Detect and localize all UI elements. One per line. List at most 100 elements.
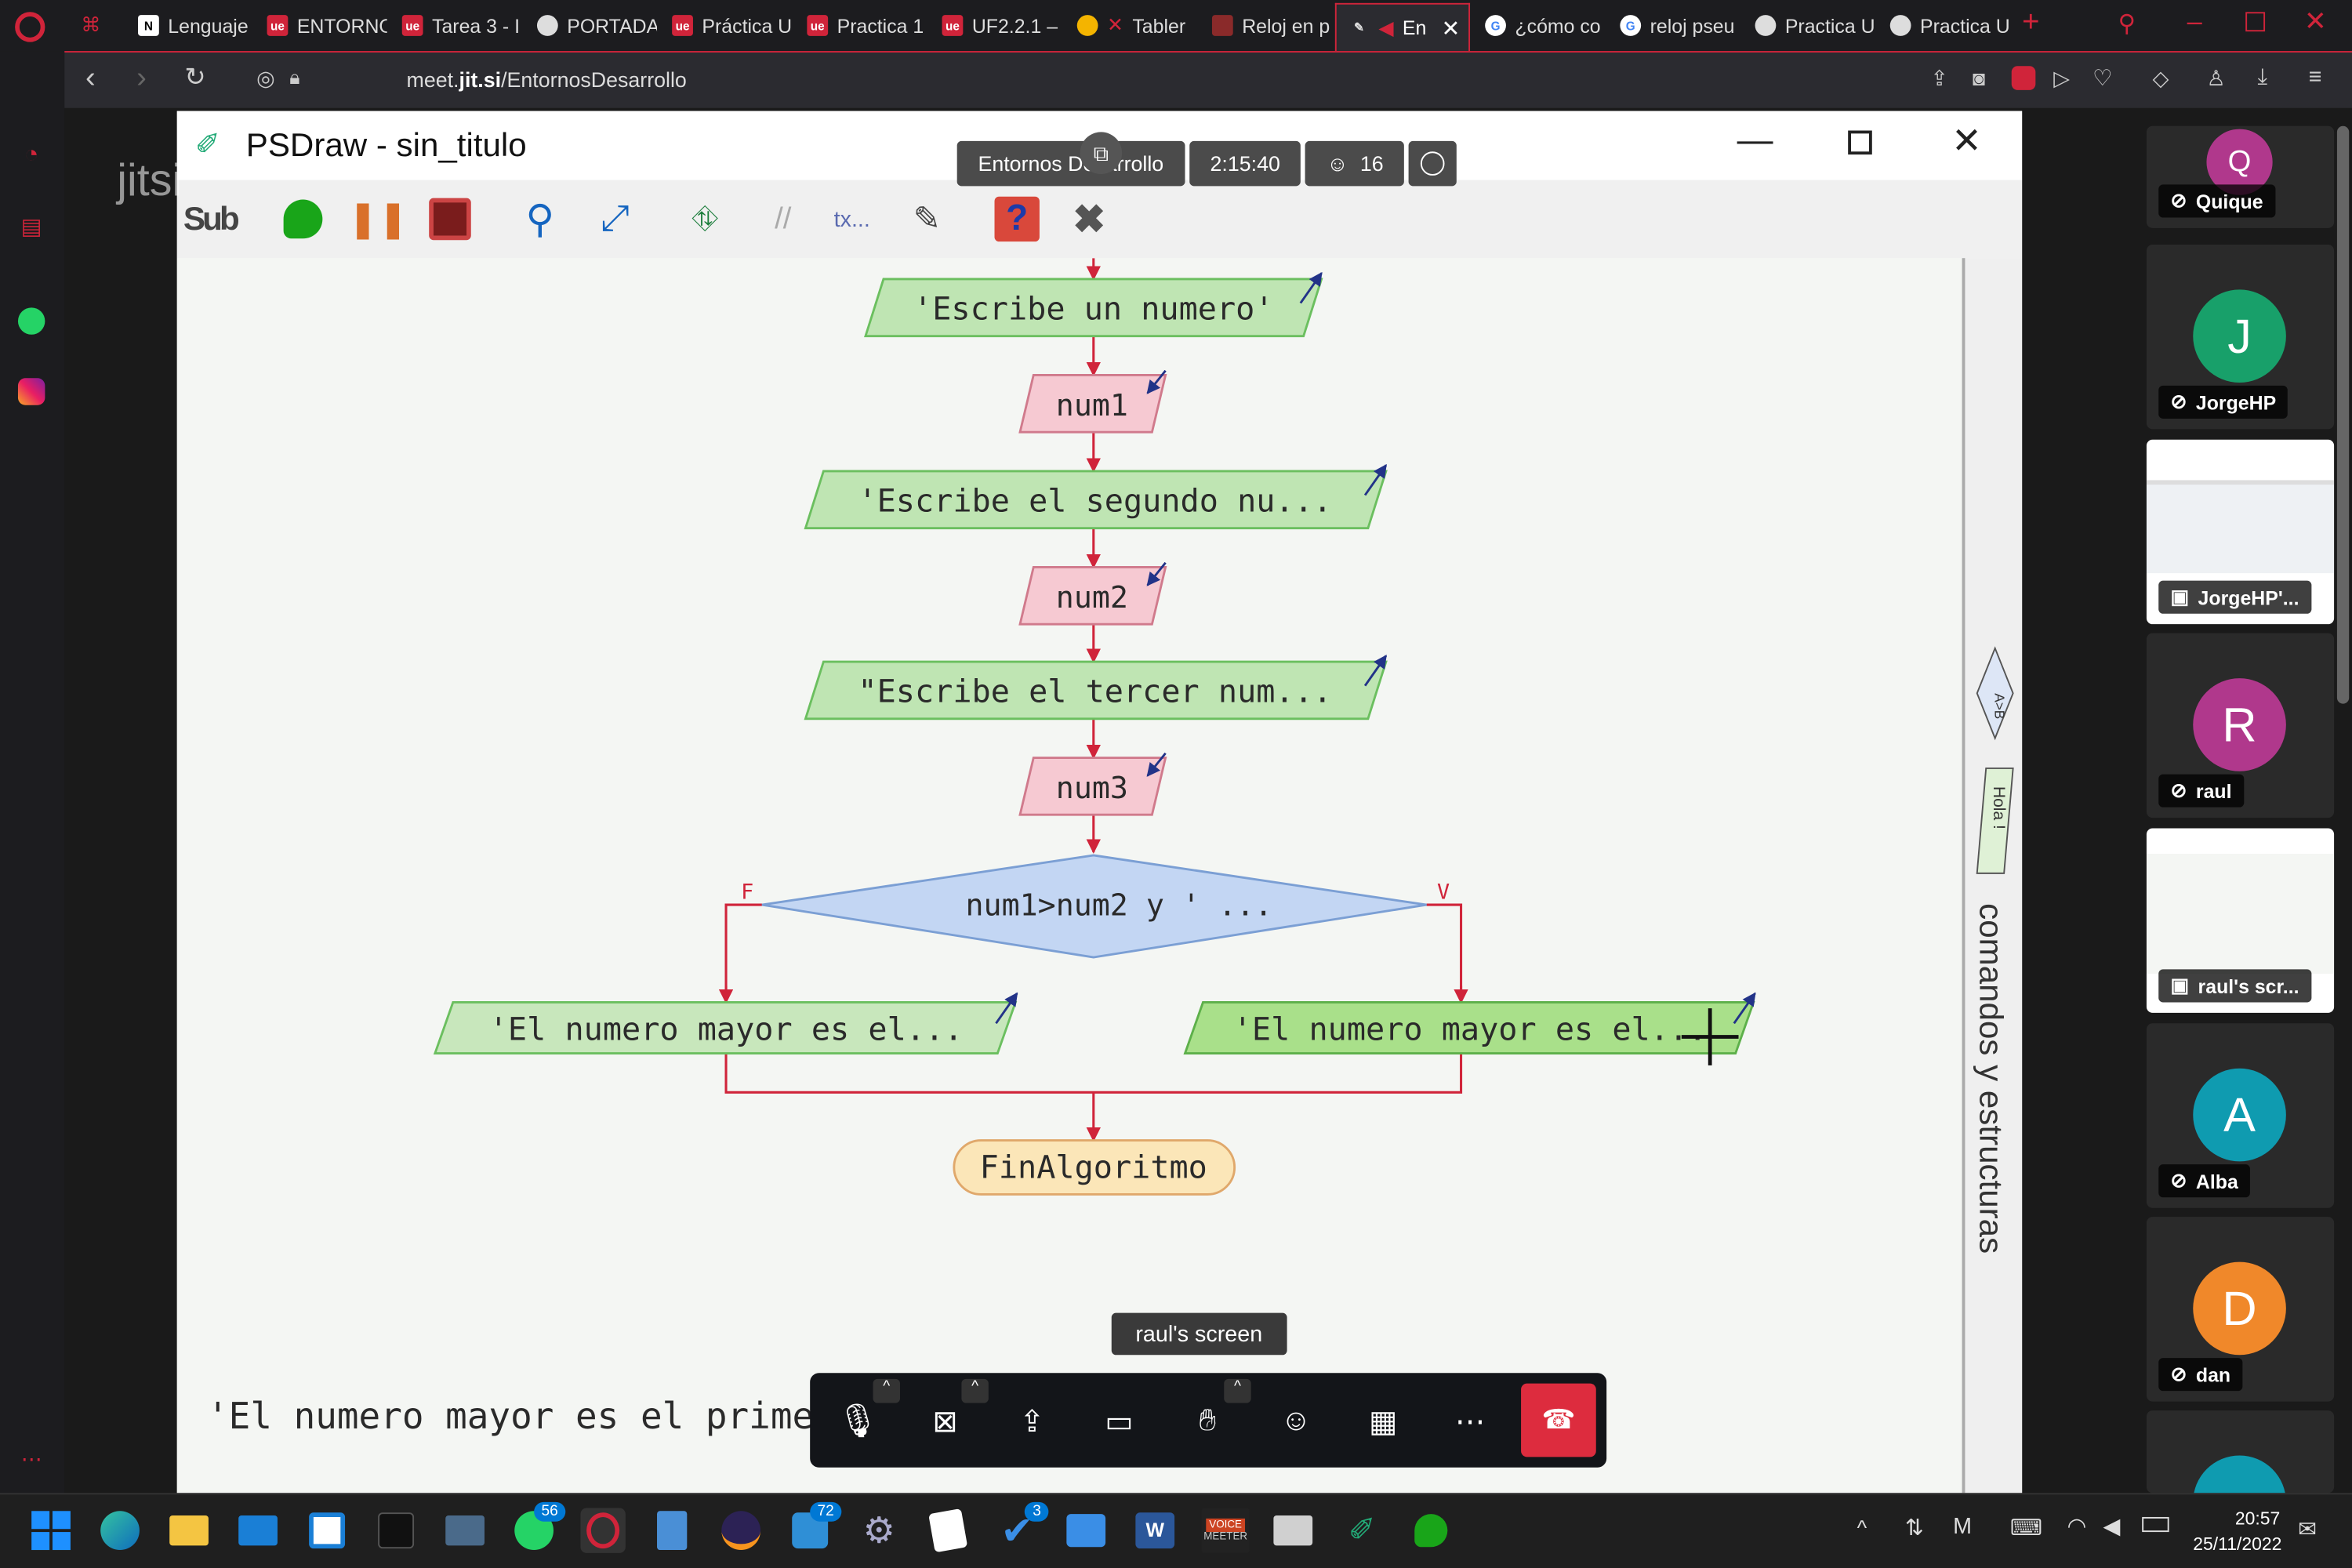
zoom-icon[interactable]: ⚲ <box>513 192 567 246</box>
comment-icon[interactable]: // <box>756 192 810 246</box>
mail-icon[interactable] <box>235 1508 280 1552</box>
mic-options-icon[interactable]: ^ <box>873 1378 900 1403</box>
cube-icon[interactable]: ◇ <box>2153 66 2169 92</box>
more-icon[interactable]: ⋯ <box>16 1443 46 1473</box>
pseint-run-icon[interactable] <box>1409 1508 1454 1552</box>
edge-icon[interactable] <box>97 1508 142 1552</box>
tab-5[interactable]: ue Practica 1 <box>795 6 927 45</box>
download-icon[interactable]: ⤓ <box>2258 64 2268 90</box>
pseint-icon[interactable] <box>1271 1508 1316 1552</box>
reload-icon[interactable]: ↻ <box>184 63 205 93</box>
hangup-button[interactable]: ☎︎ <box>1521 1383 1596 1457</box>
notepad-icon[interactable] <box>649 1508 694 1552</box>
tab-6[interactable]: ue UF2.2.1 – <box>930 6 1062 45</box>
text-button[interactable]: tx... <box>825 192 879 246</box>
todo-icon[interactable]: ✔ 3 <box>995 1501 1049 1552</box>
room-name[interactable]: Entornos Desarrollo <box>956 140 1185 187</box>
fit-icon[interactable]: ⤢ <box>588 192 642 246</box>
close-flow-icon[interactable]: ✖ <box>1062 192 1116 246</box>
word-icon[interactable]: W <box>1133 1508 1178 1552</box>
search-tabs-icon[interactable]: ⚲ <box>2118 9 2136 38</box>
whatsapp-icon[interactable] <box>16 306 46 336</box>
tab-2[interactable]: ue Tarea 3 - I <box>390 6 521 45</box>
filmstrip-scrollbar[interactable] <box>2336 125 2350 704</box>
heart-icon[interactable]: ♡ <box>2092 64 2113 92</box>
tab-4[interactable]: ue Práctica U <box>660 6 792 45</box>
more-actions-button[interactable]: ⋯ <box>1443 1394 1497 1448</box>
camera-options-icon[interactable]: ^ <box>961 1378 989 1403</box>
share-icon[interactable]: ⇪ <box>1930 66 1947 92</box>
whatsapp-taskbar-icon[interactable]: 56 <box>511 1501 566 1552</box>
solitaire-icon[interactable] <box>926 1508 971 1553</box>
wifi-icon[interactable]: ◠ <box>2067 1512 2087 1540</box>
close-tab-icon[interactable]: ✕ <box>1442 14 1461 42</box>
camera-icon[interactable]: ◙ <box>1973 66 1985 90</box>
psdraw-close-icon[interactable]: ✕ <box>1951 120 1981 164</box>
run-icon[interactable] <box>276 192 330 246</box>
close-window-icon[interactable]: ✕ <box>2304 6 2327 38</box>
tab-11[interactable]: Greloj pseu <box>1608 6 1740 45</box>
screen-share-tile[interactable]: ▣ JorgeHP'... <box>2146 439 2335 625</box>
opera-taskbar-icon[interactable] <box>580 1508 626 1553</box>
vpn-icon[interactable]: ◎ <box>256 66 274 92</box>
tab-3[interactable]: PORTADA <box>525 6 657 45</box>
tab-12[interactable]: Practica U <box>1743 6 1875 45</box>
windows-start-icon[interactable] <box>28 1508 73 1552</box>
new-tab-icon[interactable]: + <box>2022 6 2039 41</box>
settings-icon[interactable]: ⚙ <box>856 1508 901 1552</box>
popout-icon[interactable]: ⧉ <box>1080 132 1123 175</box>
participant-counter[interactable]: ☺ 16 <box>1305 140 1405 187</box>
save-icon[interactable] <box>423 192 477 246</box>
connection-quality[interactable] <box>1409 140 1457 187</box>
psdraw-maximize-icon[interactable] <box>1848 130 1872 155</box>
clock-time[interactable]: 20:57 <box>2235 1508 2280 1529</box>
style-icon[interactable]: ✎ <box>900 192 954 246</box>
voicemeeter-icon[interactable]: VOICE MEETER <box>1201 1508 1250 1553</box>
tab-10[interactable]: G ¿cómo co <box>1473 6 1605 45</box>
opera-menu-icon[interactable] <box>15 12 45 42</box>
battery-icon[interactable] <box>2142 1516 2169 1533</box>
tab-8[interactable]: Reloj en p <box>1200 6 1332 45</box>
forward-icon[interactable]: › <box>136 61 147 96</box>
back-icon[interactable]: ‹ <box>85 61 96 96</box>
psdraw-minimize-icon[interactable]: — <box>1737 120 1773 162</box>
flow-icon[interactable]: ⛗ <box>678 192 732 246</box>
participants-button[interactable]: ☺ <box>1269 1394 1323 1448</box>
steps-icon[interactable]: ❚❚ <box>348 192 408 246</box>
notifications-icon[interactable]: ✉ <box>2298 1515 2317 1543</box>
chat-button[interactable]: ▭ <box>1092 1394 1146 1448</box>
volume-icon[interactable]: ◀︎ <box>2103 1512 2120 1540</box>
participant-tile[interactable] <box>2146 1410 2335 1494</box>
photos-icon[interactable] <box>1064 1508 1109 1552</box>
keyboard-icon[interactable]: ⌨ <box>2010 1514 2042 1541</box>
gamepad-icon[interactable]: ⌘ <box>81 13 100 38</box>
send-icon[interactable]: ▷ <box>2053 66 2070 92</box>
participant-tile[interactable]: Q ⊘ Quique <box>2146 125 2335 228</box>
profile-icon[interactable]: ♙ <box>2206 66 2225 92</box>
adblock-icon[interactable] <box>2011 66 2036 90</box>
participant-tile[interactable]: A ⊘ Alba <box>2146 1023 2335 1208</box>
monitor-icon[interactable] <box>442 1508 487 1552</box>
eclipse-icon[interactable] <box>718 1508 763 1552</box>
sub-button[interactable]: Sub <box>183 192 240 246</box>
clock-date[interactable]: 25/11/2022 <box>2193 1534 2281 1555</box>
minimize-icon[interactable]: – <box>2187 6 2202 38</box>
restore-icon[interactable] <box>2245 12 2266 32</box>
tab-7[interactable]: ✕ Tabler <box>1065 6 1196 45</box>
psdraw-taskbar-icon[interactable]: ✐ <box>1340 1508 1385 1552</box>
tray-app-icon[interactable]: M <box>1953 1514 1972 1540</box>
participant-tile[interactable]: R ⊘ raul <box>2146 633 2335 818</box>
workspace-icon[interactable]: ▤ <box>16 212 46 241</box>
speed-dial-icon[interactable]: ◔ <box>16 141 46 171</box>
lock-icon[interactable]: 🔒︎ <box>289 66 299 90</box>
instagram-icon[interactable] <box>16 376 46 406</box>
reactions-options-icon[interactable]: ^ <box>1224 1378 1251 1403</box>
participant-tile[interactable]: D ⊘ dan <box>2146 1217 2335 1402</box>
store-icon[interactable] <box>304 1508 349 1552</box>
tray-chevron-icon[interactable]: ^ <box>1857 1515 1867 1540</box>
terminal-icon[interactable] <box>373 1508 418 1552</box>
tab-1[interactable]: ue ENTORNO <box>255 6 387 45</box>
tray-mixer-icon[interactable]: ⇅ <box>1905 1514 1924 1541</box>
teams-icon[interactable]: 72 <box>787 1501 842 1552</box>
url-field[interactable]: meet.jit.si/EntornosDesarrollo <box>407 67 687 92</box>
